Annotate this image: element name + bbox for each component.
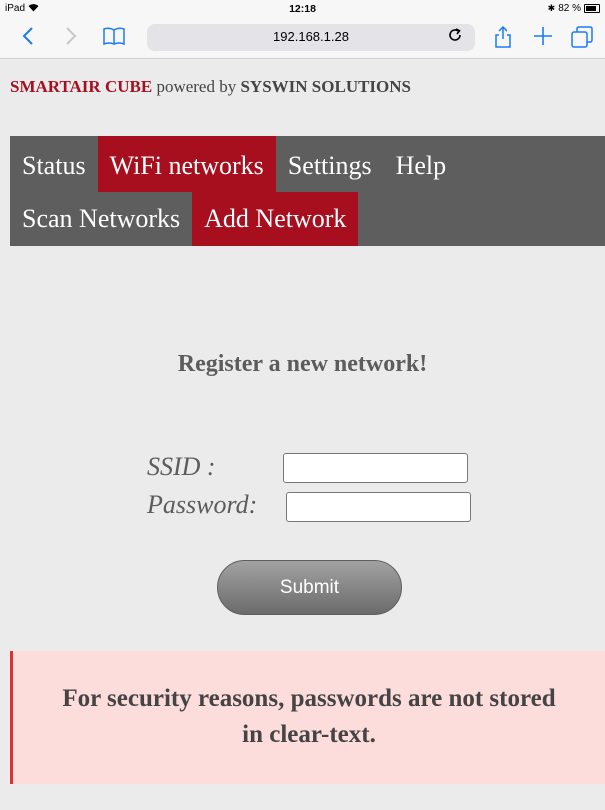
bluetooth-icon: ✱ bbox=[547, 3, 556, 14]
nav-item-settings[interactable]: Settings bbox=[276, 136, 384, 192]
address-url: 192.168.1.28 bbox=[273, 29, 349, 44]
status-bar: iPad 12:18 ✱ 82 % bbox=[0, 0, 605, 18]
password-input[interactable] bbox=[286, 492, 471, 522]
status-right: ✱ 82 % bbox=[548, 3, 600, 14]
password-label: Password: bbox=[147, 490, 258, 519]
main-nav: Status WiFi networks Settings Help bbox=[10, 136, 605, 192]
battery-percent: 82 % bbox=[558, 3, 581, 14]
brand-header: SMARTAIR CUBE powered by SYSWIN SOLUTION… bbox=[10, 77, 411, 97]
browser-toolbar: 192.168.1.28 bbox=[0, 18, 605, 59]
subnav-item-scan-networks[interactable]: Scan Networks bbox=[10, 192, 192, 246]
status-time: 12:18 bbox=[289, 3, 316, 15]
plus-icon[interactable] bbox=[533, 26, 553, 51]
tabs-icon[interactable] bbox=[571, 26, 593, 53]
submit-button[interactable]: Submit bbox=[217, 560, 402, 615]
bookmarks-book-icon[interactable] bbox=[103, 26, 125, 51]
brand-name: SMARTAIR CUBE bbox=[10, 77, 153, 96]
share-icon[interactable] bbox=[495, 25, 511, 53]
ssid-label: SSID : bbox=[147, 452, 216, 481]
nav-item-status[interactable]: Status bbox=[10, 136, 98, 192]
nav-item-wifi-networks[interactable]: WiFi networks bbox=[97, 136, 276, 192]
nav-item-help[interactable]: Help bbox=[384, 136, 459, 192]
back-arrow-icon[interactable] bbox=[22, 26, 34, 51]
battery-icon bbox=[584, 4, 600, 13]
brand-connector: powered by bbox=[156, 77, 237, 96]
brand-company: SYSWIN SOLUTIONS bbox=[240, 77, 411, 96]
forward-arrow-icon[interactable] bbox=[65, 26, 77, 51]
ssid-input[interactable] bbox=[283, 453, 468, 483]
form-heading: Register a new network! bbox=[177, 351, 428, 377]
subnav-item-add-network[interactable]: Add Network bbox=[192, 192, 359, 246]
address-bar[interactable]: 192.168.1.28 bbox=[147, 24, 475, 51]
reload-icon[interactable] bbox=[447, 27, 463, 47]
security-notice-text: For security reasons, passwords are not … bbox=[62, 685, 556, 748]
security-notice: For security reasons, passwords are not … bbox=[10, 651, 605, 784]
sub-nav: Scan Networks Add Network bbox=[10, 192, 605, 246]
